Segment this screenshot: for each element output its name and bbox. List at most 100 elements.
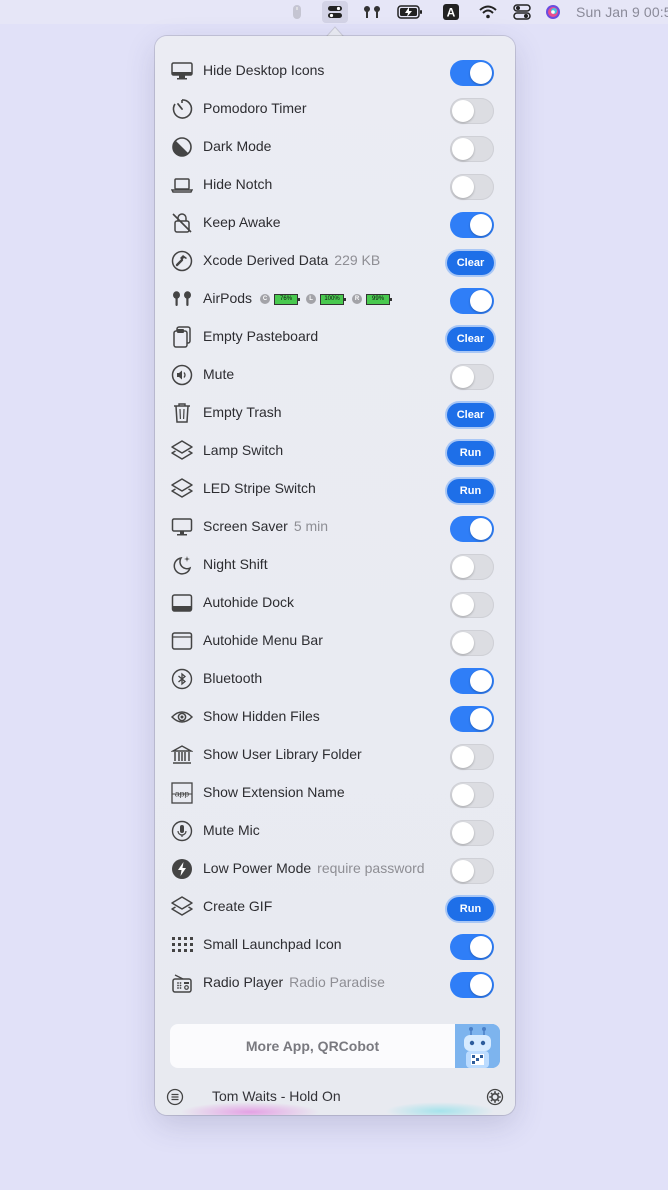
input-source-icon[interactable]: A [442,0,460,24]
toggle-knob [452,176,474,198]
switch-row-xcode-derived-data[interactable]: Xcode Derived Data 229 KB Clear [155,241,515,279]
airpods-battery: R 99% [352,293,393,305]
switch-row-screen-saver[interactable]: Screen Saver 5 min [155,507,515,545]
svg-text:app: app [175,789,189,799]
toggle-switch[interactable] [450,744,494,770]
run-button[interactable]: Run [447,479,494,503]
switch-row-empty-trash[interactable]: Empty Trash Clear [155,393,515,431]
switch-label: Empty Trash [203,404,282,420]
toggle-knob [470,936,492,958]
toggle-switch[interactable] [450,60,494,86]
switch-label: LED Stripe Switch [203,480,316,496]
toggle-switch[interactable] [450,858,494,884]
clear-button[interactable]: Clear [447,327,494,351]
toggle-switch[interactable] [450,668,494,694]
toggle-knob [452,784,474,806]
library-icon [170,743,194,767]
toggle-switch[interactable] [450,592,494,618]
switch-label: Show Extension Name [203,784,345,800]
switch-row-pomodoro-timer[interactable]: Pomodoro Timer [155,89,515,127]
toggle-switch[interactable] [450,934,494,960]
toggle-switch[interactable] [450,136,494,162]
switch-row-airpods[interactable]: AirPods C 76% L 100% R 99% [155,279,515,317]
clear-button[interactable]: Clear [447,403,494,427]
switch-row-empty-pasteboard[interactable]: Empty Pasteboard Clear [155,317,515,355]
menubar-clock[interactable]: Sun Jan 9 00:5 [576,0,668,24]
toggle-switch[interactable] [450,782,494,808]
switch-row-hide-desktop-icons[interactable]: Hide Desktop Icons [155,51,515,89]
wifi-icon[interactable] [478,0,498,24]
switch-label: Bluetooth [203,670,263,686]
run-button[interactable]: Run [447,897,494,921]
switch-row-show-extension-name[interactable]: app Show Extension Name [155,773,515,811]
more-app-banner[interactable]: More App, QRCobot [170,1024,500,1068]
switch-label: Hide Desktop Icons [203,62,325,78]
switch-detail: require password [317,860,425,876]
switch-label: Pomodoro Timer [203,100,307,116]
switch-row-led-stripe-switch[interactable]: LED Stripe Switch Run [155,469,515,507]
one-switch-menubar-icon[interactable] [322,1,348,23]
dock-icon [170,591,194,615]
menu-bar: A Sun Jan 9 00:5 [0,0,668,24]
mouse-icon[interactable] [288,0,306,24]
switch-label: Small Launchpad Icon [203,936,342,952]
switch-row-hide-notch[interactable]: Hide Notch [155,165,515,203]
menubar-icon [170,629,194,653]
microphone-icon [170,819,194,843]
airpods-menubar-icon[interactable] [362,0,382,24]
switch-row-keep-awake[interactable]: Keep Awake [155,203,515,241]
qrcobot-logo[interactable] [455,1024,500,1068]
switch-label: Autohide Dock [203,594,295,610]
switch-row-autohide-dock[interactable]: Autohide Dock [155,583,515,621]
control-center-icon[interactable] [512,0,532,24]
switch-label: Mute Mic [203,822,260,838]
switch-row-mute-mic[interactable]: Mute Mic [155,811,515,849]
airpods-icon [170,287,194,311]
toggle-switch[interactable] [450,516,494,542]
battery-menubar-icon[interactable] [396,0,424,24]
switch-row-create-gif[interactable]: Create GIF Run [155,887,515,925]
bluetooth-icon [170,667,194,691]
switch-row-small-launchpad-icon[interactable]: Small Launchpad Icon [155,925,515,963]
switch-label: Hide Notch [203,176,273,192]
menu-list-icon[interactable] [166,1088,184,1106]
toggle-switch[interactable] [450,212,494,238]
switch-row-autohide-menu-bar[interactable]: Autohide Menu Bar [155,621,515,659]
switch-row-low-power-mode[interactable]: Low Power Mode require password [155,849,515,887]
switch-label: Screen Saver 5 min [203,518,329,534]
toggle-knob [452,632,474,654]
switch-row-show-user-library-folder[interactable]: Show User Library Folder [155,735,515,773]
switch-row-radio-player[interactable]: Radio Player Radio Paradise [155,963,515,1001]
switch-row-show-hidden-files[interactable]: Show Hidden Files [155,697,515,735]
switch-row-dark-mode[interactable]: Dark Mode [155,127,515,165]
speaker-icon [170,363,194,387]
toggle-switch[interactable] [450,706,494,732]
switch-label: Low Power Mode require password [203,860,425,876]
switch-detail: 5 min [293,518,329,534]
more-app-label[interactable]: More App, QRCobot [170,1024,455,1068]
toggle-switch[interactable] [450,364,494,390]
siri-icon[interactable] [544,0,562,24]
switch-row-bluetooth[interactable]: Bluetooth [155,659,515,697]
toggle-switch[interactable] [450,174,494,200]
toggle-switch[interactable] [450,630,494,656]
desktop-icon [170,59,194,83]
run-button[interactable]: Run [447,441,494,465]
toggle-switch[interactable] [450,288,494,314]
switch-row-night-shift[interactable]: Night Shift [155,545,515,583]
switch-label: Xcode Derived Data 229 KB [203,252,381,268]
gear-icon[interactable] [486,1088,504,1106]
switch-row-lamp-switch[interactable]: Lamp Switch Run [155,431,515,469]
toggle-switch[interactable] [450,98,494,124]
toggle-switch[interactable] [450,820,494,846]
switch-label: Lamp Switch [203,442,284,458]
now-playing-title[interactable]: Tom Waits - Hold On [212,1082,341,1110]
switch-row-mute[interactable]: Mute [155,355,515,393]
moon-icon [170,553,194,577]
toggle-knob [452,594,474,616]
dark-mode-icon [170,135,194,159]
toggle-switch[interactable] [450,972,494,998]
clear-button[interactable]: Clear [447,251,494,275]
toggle-switch[interactable] [450,554,494,580]
switch-label: AirPods C 76% L 100% R 99% [203,279,393,317]
